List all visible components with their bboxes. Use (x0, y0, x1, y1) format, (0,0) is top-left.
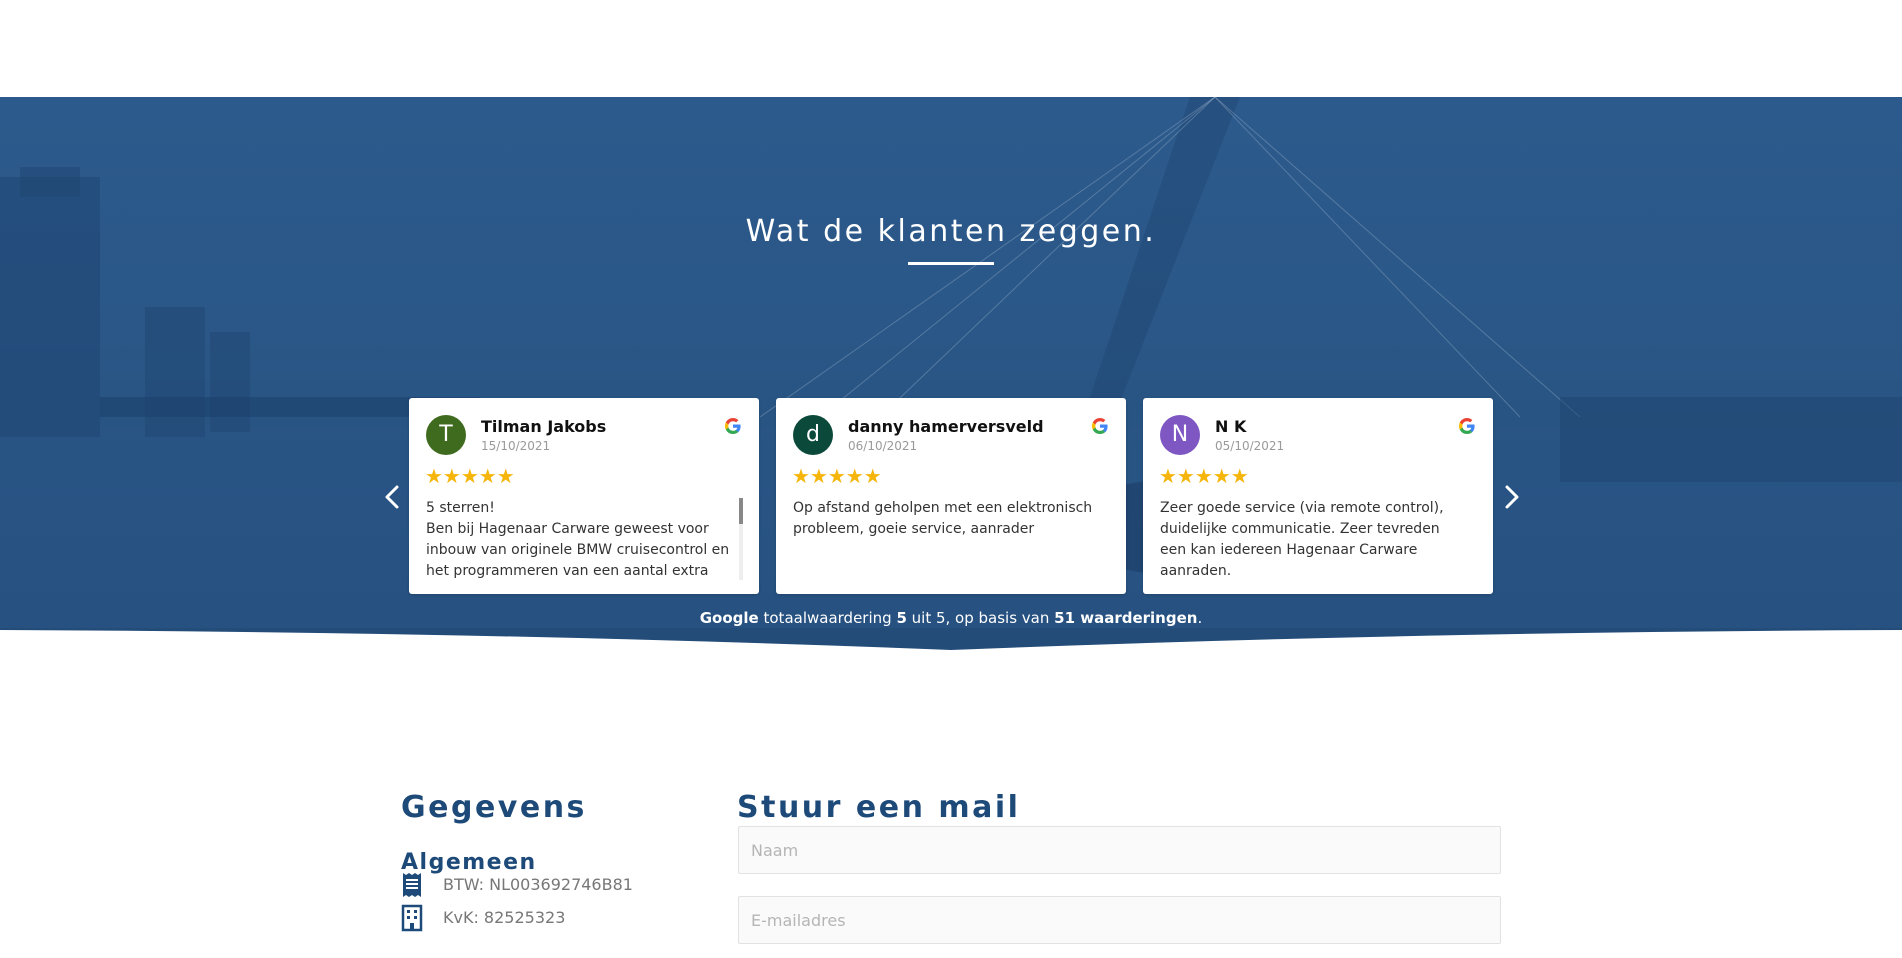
reviewer-name: Tilman Jakobs (481, 417, 607, 436)
star-rating: ★★★★★ (792, 466, 882, 488)
details-title: Gegevens (401, 789, 587, 825)
chevron-left-icon[interactable] (378, 482, 408, 512)
summary-text: . (1197, 609, 1203, 627)
star-rating: ★★★★★ (425, 466, 515, 488)
summary-text: uit 5, op basis van (906, 609, 1055, 627)
avatar: T (426, 415, 466, 455)
google-icon (1458, 417, 1475, 435)
chevron-right-icon[interactable] (1496, 482, 1526, 512)
review-scrollbar-thumb[interactable] (739, 498, 743, 524)
review-text: 5 sterren! Ben bij Hagenaar Carware gewe… (426, 500, 730, 579)
review-card: N N K 05/10/2021 ★★★★★ Zeer goede servic… (1143, 398, 1493, 594)
review-text: Op afstand geholpen met een elektronisch… (793, 500, 1093, 537)
vat-number: BTW: NL003692746B81 (443, 875, 633, 894)
name-input[interactable] (738, 826, 1501, 874)
title-divider (908, 262, 994, 265)
avatar: d (793, 415, 833, 455)
google-icon (1091, 417, 1108, 435)
receipt-icon (403, 873, 421, 897)
review-card: d danny hamerversveld 06/10/2021 ★★★★★ O… (776, 398, 1126, 594)
review-date: 05/10/2021 (1215, 439, 1285, 453)
review-date: 06/10/2021 (848, 439, 918, 453)
kvk-number: KvK: 82525323 (443, 908, 566, 927)
vat-number-row: BTW: NL003692746B81 (401, 871, 701, 899)
section-wave-divider (0, 628, 1902, 650)
google-icon (724, 417, 741, 435)
summary-score: 5 (896, 609, 907, 627)
review-card: T Tilman Jakobs 15/10/2021 ★★★★★ 5 sterr… (409, 398, 759, 594)
contact-form-title: Stuur een mail (737, 789, 1021, 825)
rating-summary: Google totaalwaardering 5 uit 5, op basi… (0, 609, 1902, 627)
email-input[interactable] (738, 896, 1501, 944)
summary-text: totaalwaardering (758, 609, 897, 627)
review-date: 15/10/2021 (481, 439, 551, 453)
building-icon (401, 904, 423, 932)
summary-count[interactable]: 51 waarderingen (1054, 609, 1197, 627)
reviews-title: Wat de klanten zeggen. (745, 213, 1157, 249)
reviewer-name: danny hamerversveld (848, 417, 1044, 436)
summary-brand[interactable]: Google (700, 609, 759, 627)
review-text: Zeer goede service (via remote control),… (1160, 500, 1444, 579)
reviews-section: Wat de klanten zeggen. T Tilman Jakobs 1… (0, 97, 1902, 630)
star-rating: ★★★★★ (1159, 466, 1249, 488)
kvk-number-row: KvK: 82525323 (401, 904, 701, 932)
reviewer-name: N K (1215, 417, 1247, 436)
avatar: N (1160, 415, 1200, 455)
